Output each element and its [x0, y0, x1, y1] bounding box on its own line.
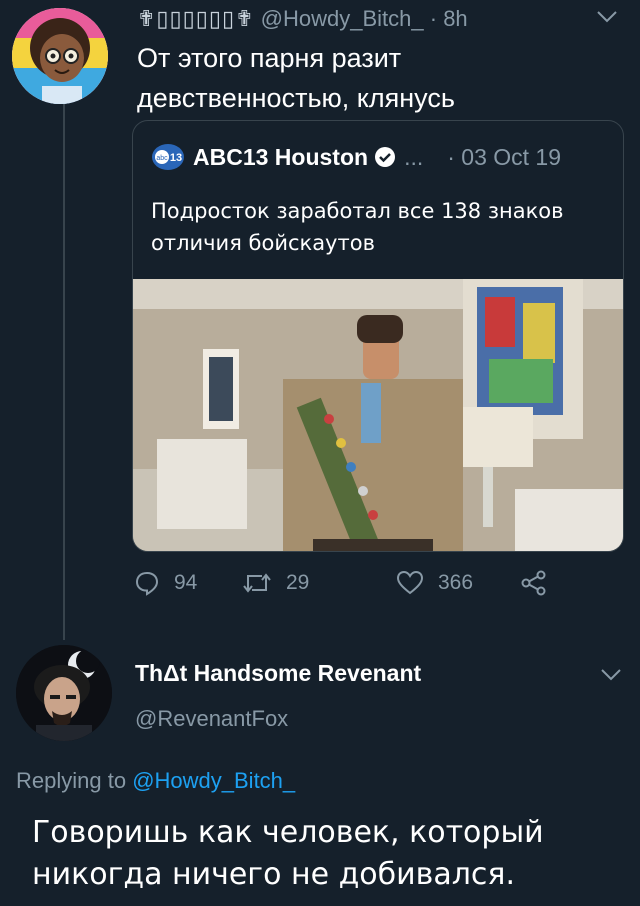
svg-text:abc: abc [156, 155, 168, 162]
heart-icon [396, 570, 424, 595]
quoted-account-name: ABC13 Houston [193, 143, 369, 170]
replying-to: Replying to @Howdy_Bitch_ [16, 768, 295, 794]
thread-connector-line [63, 104, 65, 640]
handle[interactable]: @Howdy_Bitch_ [261, 6, 424, 31]
retweet-icon [243, 573, 271, 593]
tweet-text: Говоришь как человек, который никогда ни… [32, 815, 544, 892]
quoted-photo[interactable] [133, 279, 624, 552]
display-name[interactable]: ✟▯▯▯▯▯▯✟ [137, 6, 255, 31]
quoted-date: · 03 Oct 19 [447, 143, 562, 170]
replying-mention-link[interactable]: @Howdy_Bitch_ [132, 768, 295, 793]
reply-icon [135, 571, 159, 596]
share-icon [521, 570, 546, 596]
svg-text:13: 13 [170, 152, 182, 164]
tweet-text: От этого парня разит девственностью, кля… [137, 43, 455, 113]
retweet-count: 29 [286, 571, 310, 594]
handle[interactable]: @RevenantFox [135, 706, 288, 732]
display-name[interactable]: ThΔt Handsome Revenant [135, 660, 421, 687]
share-button[interactable] [520, 570, 562, 596]
retweet-button[interactable]: 29 [242, 570, 309, 596]
separator: · [429, 6, 438, 31]
action-bar: 94 29 366 [134, 570, 594, 610]
like-button[interactable]: 366 [396, 570, 473, 596]
chevron-down-icon[interactable] [600, 668, 622, 682]
ellipsis: ... [404, 143, 424, 170]
quoted-tweet[interactable]: abc 13 ABC13 Houston ... · 03 Oct 19 Под… [132, 120, 624, 552]
timestamp[interactable]: 8h [443, 6, 467, 31]
replying-prefix: Replying to [16, 768, 133, 793]
verified-badge-icon [375, 147, 396, 167]
avatar[interactable] [16, 645, 112, 741]
like-count: 366 [438, 571, 474, 594]
chevron-down-icon[interactable] [596, 10, 618, 24]
tweet-header: ✟▯▯▯▯▯▯✟ @Howdy_Bitch_ · 8h [137, 6, 468, 32]
reply-button[interactable]: 94 [134, 570, 197, 596]
avatar[interactable] [12, 8, 108, 104]
reply-count: 94 [174, 571, 198, 594]
quoted-tweet-text: Подросток заработал все 138 знаков отлич… [151, 199, 564, 255]
quoted-tweet-header: abc 13 ABC13 Houston ... · 03 Oct 19 [151, 143, 561, 171]
abc13-logo-icon: abc 13 [152, 144, 184, 170]
